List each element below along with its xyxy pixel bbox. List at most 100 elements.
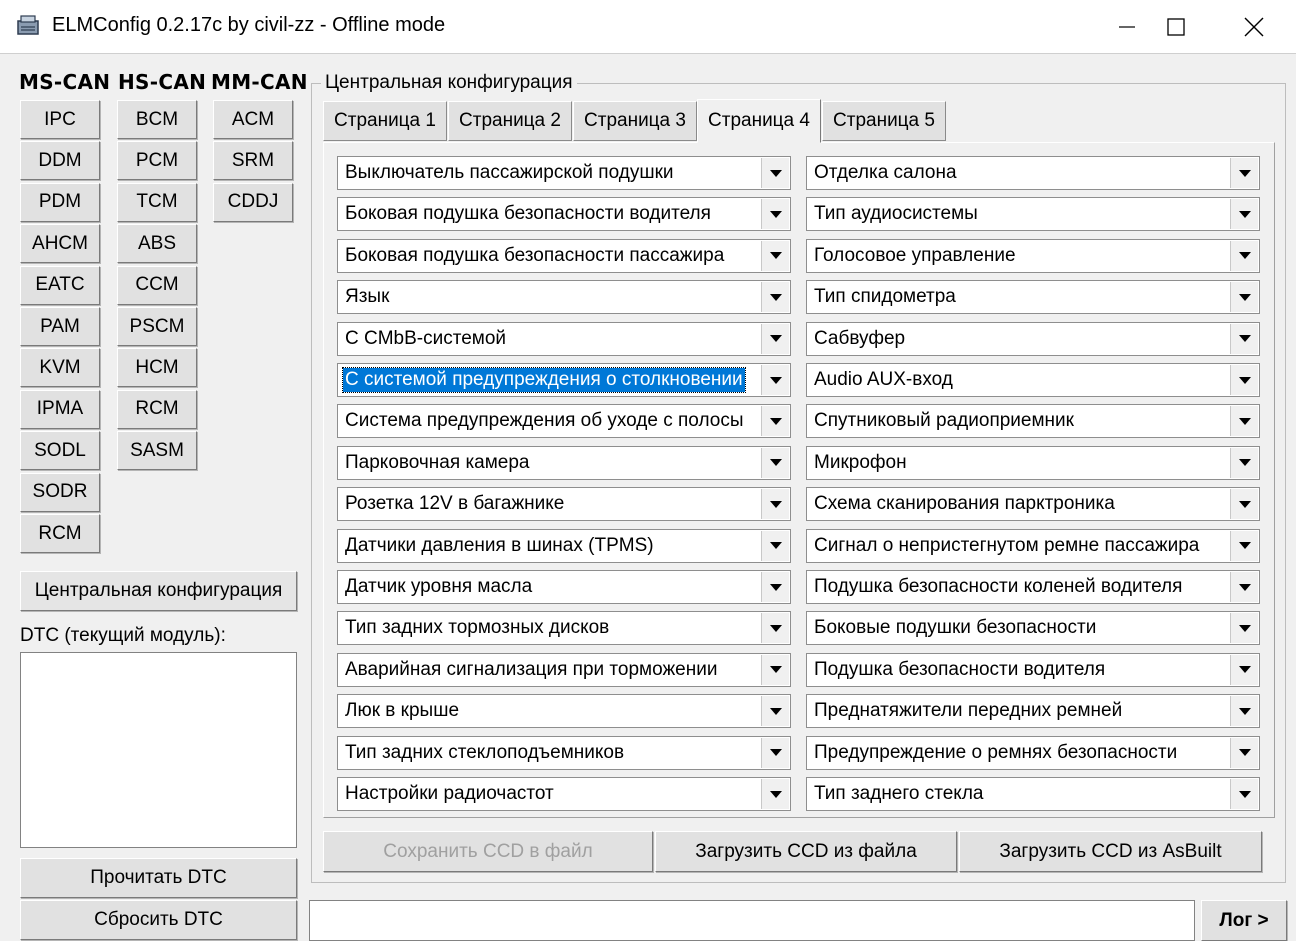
module-button-hs-can-hcm[interactable]: HCM <box>117 348 197 388</box>
dropdown-arrow-icon[interactable] <box>761 779 789 809</box>
config-combo[interactable]: Отделка салона <box>806 156 1260 190</box>
dropdown-arrow-icon[interactable] <box>1230 158 1258 188</box>
dropdown-arrow-icon[interactable] <box>1230 323 1258 354</box>
module-button-hs-can-rcm[interactable]: RCM <box>117 389 197 429</box>
config-combo[interactable]: С CMbB-системой <box>337 321 791 356</box>
central-config-button[interactable]: Центральная конфигурация <box>20 571 297 611</box>
log-button[interactable]: Лог > <box>1201 900 1287 941</box>
read-dtc-button[interactable]: Прочитать DTC <box>20 858 297 898</box>
config-combo[interactable]: Сигнал о непристегнутом ремне пассажира <box>806 528 1260 563</box>
config-combo[interactable]: Тип аудиосистемы <box>806 197 1260 232</box>
config-combo[interactable]: Голосовое управление <box>806 238 1260 273</box>
dropdown-arrow-icon[interactable] <box>761 530 789 561</box>
config-combo[interactable]: Боковая подушка безопасности пассажира <box>337 238 791 273</box>
config-combo[interactable]: Преднатяжители передних ремней <box>806 694 1260 729</box>
tab-page-3[interactable]: Страница 3 <box>573 101 697 141</box>
dropdown-arrow-icon[interactable] <box>1230 240 1258 271</box>
dropdown-arrow-icon[interactable] <box>761 447 789 478</box>
config-combo[interactable]: Настройки радиочастот <box>337 777 791 811</box>
dropdown-arrow-icon[interactable] <box>761 365 789 395</box>
dropdown-arrow-icon[interactable] <box>761 406 789 437</box>
module-button-ms-can-sodl[interactable]: SODL <box>20 431 100 471</box>
module-button-ms-can-ipc[interactable]: IPC <box>20 100 100 139</box>
config-combo[interactable]: Датчики давления в шинах (TPMS) <box>337 528 791 563</box>
module-button-mm-can-srm[interactable]: SRM <box>213 141 293 181</box>
dropdown-arrow-icon[interactable] <box>761 199 789 230</box>
maximize-button[interactable] <box>1145 0 1207 54</box>
dropdown-arrow-icon[interactable] <box>1230 696 1258 727</box>
module-button-ms-can-kvm[interactable]: KVM <box>20 348 100 388</box>
config-combo[interactable]: Схема сканирования парктроника <box>806 487 1260 522</box>
config-combo[interactable]: Тип спидометра <box>806 280 1260 315</box>
config-combo[interactable]: Боковая подушка безопасности водителя <box>337 197 791 232</box>
module-button-ms-can-sodr[interactable]: SODR <box>20 472 100 512</box>
module-button-hs-can-tcm[interactable]: TCM <box>117 182 197 222</box>
dropdown-arrow-icon[interactable] <box>1230 365 1258 395</box>
config-combo[interactable]: Розетка 12V в багажнике <box>337 487 791 522</box>
config-combo[interactable]: Подушка безопасности водителя <box>806 652 1260 687</box>
dropdown-arrow-icon[interactable] <box>1230 199 1258 230</box>
config-combo[interactable]: Спутниковый радиоприемник <box>806 404 1260 439</box>
dropdown-arrow-icon[interactable] <box>761 323 789 354</box>
config-combo[interactable]: Парковочная камера <box>337 445 791 480</box>
dropdown-arrow-icon[interactable] <box>761 572 789 602</box>
module-button-ms-can-rcm[interactable]: RCM <box>20 514 100 553</box>
config-combo[interactable]: Сабвуфер <box>806 321 1260 356</box>
log-input[interactable] <box>309 900 1195 941</box>
dropdown-arrow-icon[interactable] <box>1230 530 1258 561</box>
dropdown-arrow-icon[interactable] <box>1230 572 1258 602</box>
config-combo[interactable]: Подушка безопасности коленей водителя <box>806 570 1260 604</box>
module-button-ms-can-eatc[interactable]: EATC <box>20 265 100 305</box>
module-button-mm-can-acm[interactable]: ACM <box>213 100 293 139</box>
config-combo[interactable]: Боковые подушки безопасности <box>806 611 1260 646</box>
module-button-hs-can-pscm[interactable]: PSCM <box>117 307 197 346</box>
config-combo[interactable]: Предупреждение о ремнях безопасности <box>806 735 1260 770</box>
dropdown-arrow-icon[interactable] <box>1230 613 1258 644</box>
config-combo[interactable]: Люк в крыше <box>337 694 791 729</box>
tab-page-5[interactable]: Страница 5 <box>822 101 946 141</box>
dropdown-arrow-icon[interactable] <box>761 158 789 188</box>
dropdown-arrow-icon[interactable] <box>761 737 789 768</box>
load-ccd-file-button[interactable]: Загрузить CCD из файла <box>655 831 957 872</box>
tab-page-1[interactable]: Страница 1 <box>323 101 447 141</box>
dropdown-arrow-icon[interactable] <box>761 696 789 727</box>
config-combo[interactable]: Датчик уровня масла <box>337 570 791 604</box>
load-ccd-asbuilt-button[interactable]: Загрузить CCD из AsBuilt <box>959 831 1262 872</box>
dropdown-arrow-icon[interactable] <box>1230 654 1258 685</box>
config-combo[interactable]: Тип задних стеклоподъемников <box>337 735 791 770</box>
dropdown-arrow-icon[interactable] <box>1230 447 1258 478</box>
config-combo[interactable]: Тип задних тормозных дисков <box>337 611 791 646</box>
dropdown-arrow-icon[interactable] <box>761 240 789 271</box>
config-combo[interactable]: Микрофон <box>806 445 1260 480</box>
module-button-hs-can-bcm[interactable]: BCM <box>117 100 197 139</box>
module-button-ms-can-ddm[interactable]: DDM <box>20 141 100 181</box>
config-combo[interactable]: Тип заднего стекла <box>806 777 1260 811</box>
module-button-hs-can-sasm[interactable]: SASM <box>117 431 197 471</box>
config-combo[interactable]: Выключатель пассажирской подушки <box>337 156 791 190</box>
dropdown-arrow-icon[interactable] <box>1230 489 1258 520</box>
config-combo[interactable]: Аварийная сигнализация при торможении <box>337 652 791 687</box>
module-button-hs-can-pcm[interactable]: PCM <box>117 141 197 181</box>
module-button-ms-can-ahcm[interactable]: AHCM <box>20 224 100 264</box>
module-button-mm-can-cddj[interactable]: CDDJ <box>213 182 293 222</box>
module-button-ms-can-pdm[interactable]: PDM <box>20 182 100 222</box>
module-button-ms-can-ipma[interactable]: IPMA <box>20 389 100 429</box>
module-button-hs-can-ccm[interactable]: CCM <box>117 265 197 305</box>
module-button-hs-can-abs[interactable]: ABS <box>117 224 197 264</box>
dropdown-arrow-icon[interactable] <box>761 613 789 644</box>
config-combo[interactable]: Audio AUX-вход <box>806 363 1260 397</box>
reset-dtc-button[interactable]: Сбросить DTC <box>20 900 297 940</box>
config-combo[interactable]: С системой предупреждения о столкновении <box>337 363 791 397</box>
dropdown-arrow-icon[interactable] <box>761 654 789 685</box>
close-button[interactable] <box>1223 0 1285 54</box>
dropdown-arrow-icon[interactable] <box>1230 737 1258 768</box>
tab-page-4[interactable]: Страница 4 <box>697 99 821 143</box>
config-combo[interactable]: Система предупреждения об уходе с полосы <box>337 404 791 439</box>
dropdown-arrow-icon[interactable] <box>1230 406 1258 437</box>
tab-page-2[interactable]: Страница 2 <box>448 101 572 141</box>
save-ccd-button[interactable]: Сохранить CCD в файл <box>323 831 653 872</box>
dropdown-arrow-icon[interactable] <box>1230 282 1258 313</box>
config-combo[interactable]: Язык <box>337 280 791 315</box>
dropdown-arrow-icon[interactable] <box>761 489 789 520</box>
dtc-list[interactable] <box>20 652 297 848</box>
